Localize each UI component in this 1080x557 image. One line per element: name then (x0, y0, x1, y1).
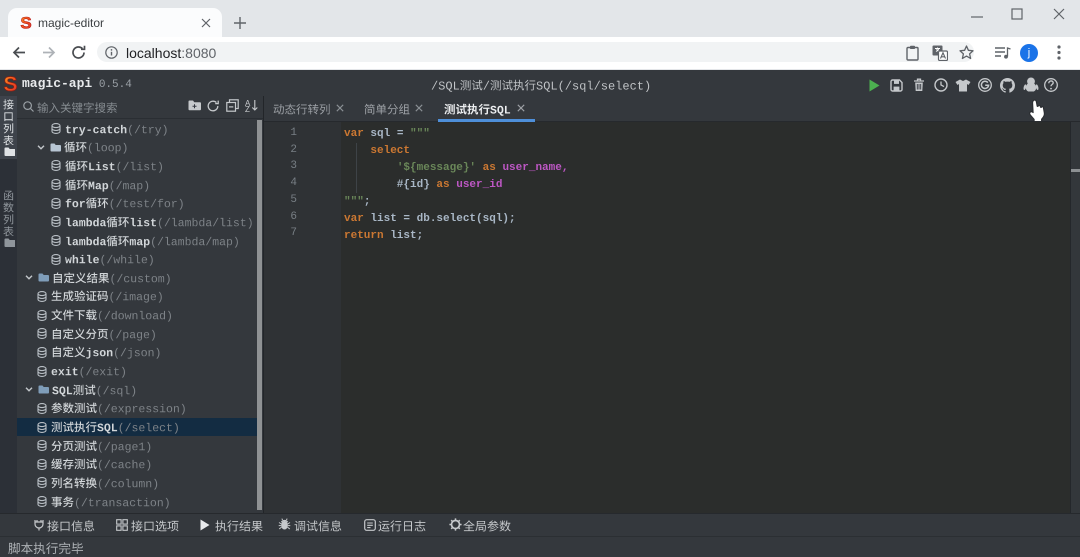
svg-text:Z: Z (245, 105, 250, 112)
svg-text:S: S (3, 75, 17, 93)
svg-text:S: S (20, 15, 31, 30)
